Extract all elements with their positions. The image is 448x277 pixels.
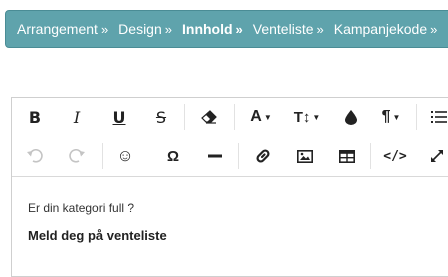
toolbar-divider xyxy=(370,143,371,169)
undo-button[interactable] xyxy=(16,137,54,175)
breadcrumb-separator: » xyxy=(164,21,172,37)
breadcrumb-item-kampanjekode[interactable]: Kampanjekode» xyxy=(334,21,438,37)
strikethrough-icon: S xyxy=(155,107,167,127)
minus-icon xyxy=(208,154,222,158)
paragraph-format-button[interactable]: ¶ ▼ xyxy=(370,98,412,136)
link-icon xyxy=(255,148,271,164)
underline-button[interactable]: U xyxy=(100,98,138,136)
redo-button[interactable] xyxy=(58,137,96,175)
rich-text-editor: B I U S A ▼ T↕ ▼ ¶ ▼ ☺ Ω </> Er din kate… xyxy=(11,97,448,277)
underline-icon: U xyxy=(112,107,126,127)
toolbar-divider xyxy=(416,104,417,130)
smiley-icon: ☺ xyxy=(116,146,134,165)
paragraph-color-button[interactable] xyxy=(332,98,370,136)
list-button[interactable] xyxy=(420,98,448,136)
caret-down-icon: ▼ xyxy=(392,112,401,122)
breadcrumb-separator: » xyxy=(235,21,243,37)
editor-toolbar: B I U S A ▼ T↕ ▼ ¶ ▼ ☺ Ω </> xyxy=(12,98,448,177)
caret-down-icon: ▼ xyxy=(312,112,321,122)
code-view-button[interactable]: </> xyxy=(376,137,414,175)
expand-icon xyxy=(430,149,444,163)
breadcrumb-item-arrangement[interactable]: Arrangement» xyxy=(17,21,108,37)
text-color-button[interactable]: A ▼ xyxy=(240,98,282,136)
emoji-button[interactable]: ☺ xyxy=(106,137,144,175)
breadcrumb-item-venteliste[interactable]: Venteliste» xyxy=(253,21,324,37)
font-size-icon: T↕ xyxy=(293,108,311,126)
bold-icon: B xyxy=(28,107,42,127)
caret-down-icon: ▼ xyxy=(263,112,272,122)
special-chars-button[interactable]: Ω xyxy=(154,137,192,175)
italic-icon: I xyxy=(73,107,81,127)
omega-icon: Ω xyxy=(166,147,180,165)
toolbar-divider xyxy=(184,104,185,130)
toolbar-divider xyxy=(102,143,103,169)
text-color-icon: A xyxy=(250,108,262,125)
code-icon: </> xyxy=(383,148,407,164)
image-icon xyxy=(297,149,313,163)
eraser-icon xyxy=(201,110,217,124)
drop-icon xyxy=(345,109,357,125)
table-icon xyxy=(339,149,355,163)
horizontal-line-button[interactable] xyxy=(196,137,234,175)
toolbar-row-formatting: B I U S A ▼ T↕ ▼ ¶ ▼ xyxy=(12,98,448,136)
redo-icon xyxy=(69,149,85,163)
breadcrumb-item-innhold[interactable]: Innhold» xyxy=(182,21,243,37)
breadcrumb-separator: » xyxy=(100,21,109,37)
breadcrumb: Arrangement» Design» Innhold» Venteliste… xyxy=(5,10,448,48)
list-icon xyxy=(431,110,447,124)
italic-button[interactable]: I xyxy=(58,98,96,136)
content-paragraph: Er din kategori full ? xyxy=(28,201,135,215)
pilcrow-icon: ¶ xyxy=(381,108,391,125)
link-button[interactable] xyxy=(244,137,282,175)
table-button[interactable] xyxy=(328,137,366,175)
strikethrough-button[interactable]: S xyxy=(142,98,180,136)
breadcrumb-separator: » xyxy=(316,21,324,37)
breadcrumb-item-design[interactable]: Design» xyxy=(118,21,172,37)
breadcrumb-separator: » xyxy=(430,21,438,37)
image-button[interactable] xyxy=(286,137,324,175)
clear-formatting-button[interactable] xyxy=(190,98,228,136)
toolbar-divider xyxy=(234,104,235,130)
toolbar-divider xyxy=(238,143,239,169)
content-heading-bold: Meld deg på venteliste xyxy=(28,228,167,243)
font-size-button[interactable]: T↕ ▼ xyxy=(286,98,328,136)
fullscreen-button[interactable] xyxy=(418,137,448,175)
bold-button[interactable]: B xyxy=(16,98,54,136)
undo-icon xyxy=(27,149,43,163)
toolbar-row-insert: ☺ Ω </> xyxy=(12,137,448,175)
editor-content-area[interactable]: Er din kategori full ? Meld deg på vente… xyxy=(12,177,448,277)
